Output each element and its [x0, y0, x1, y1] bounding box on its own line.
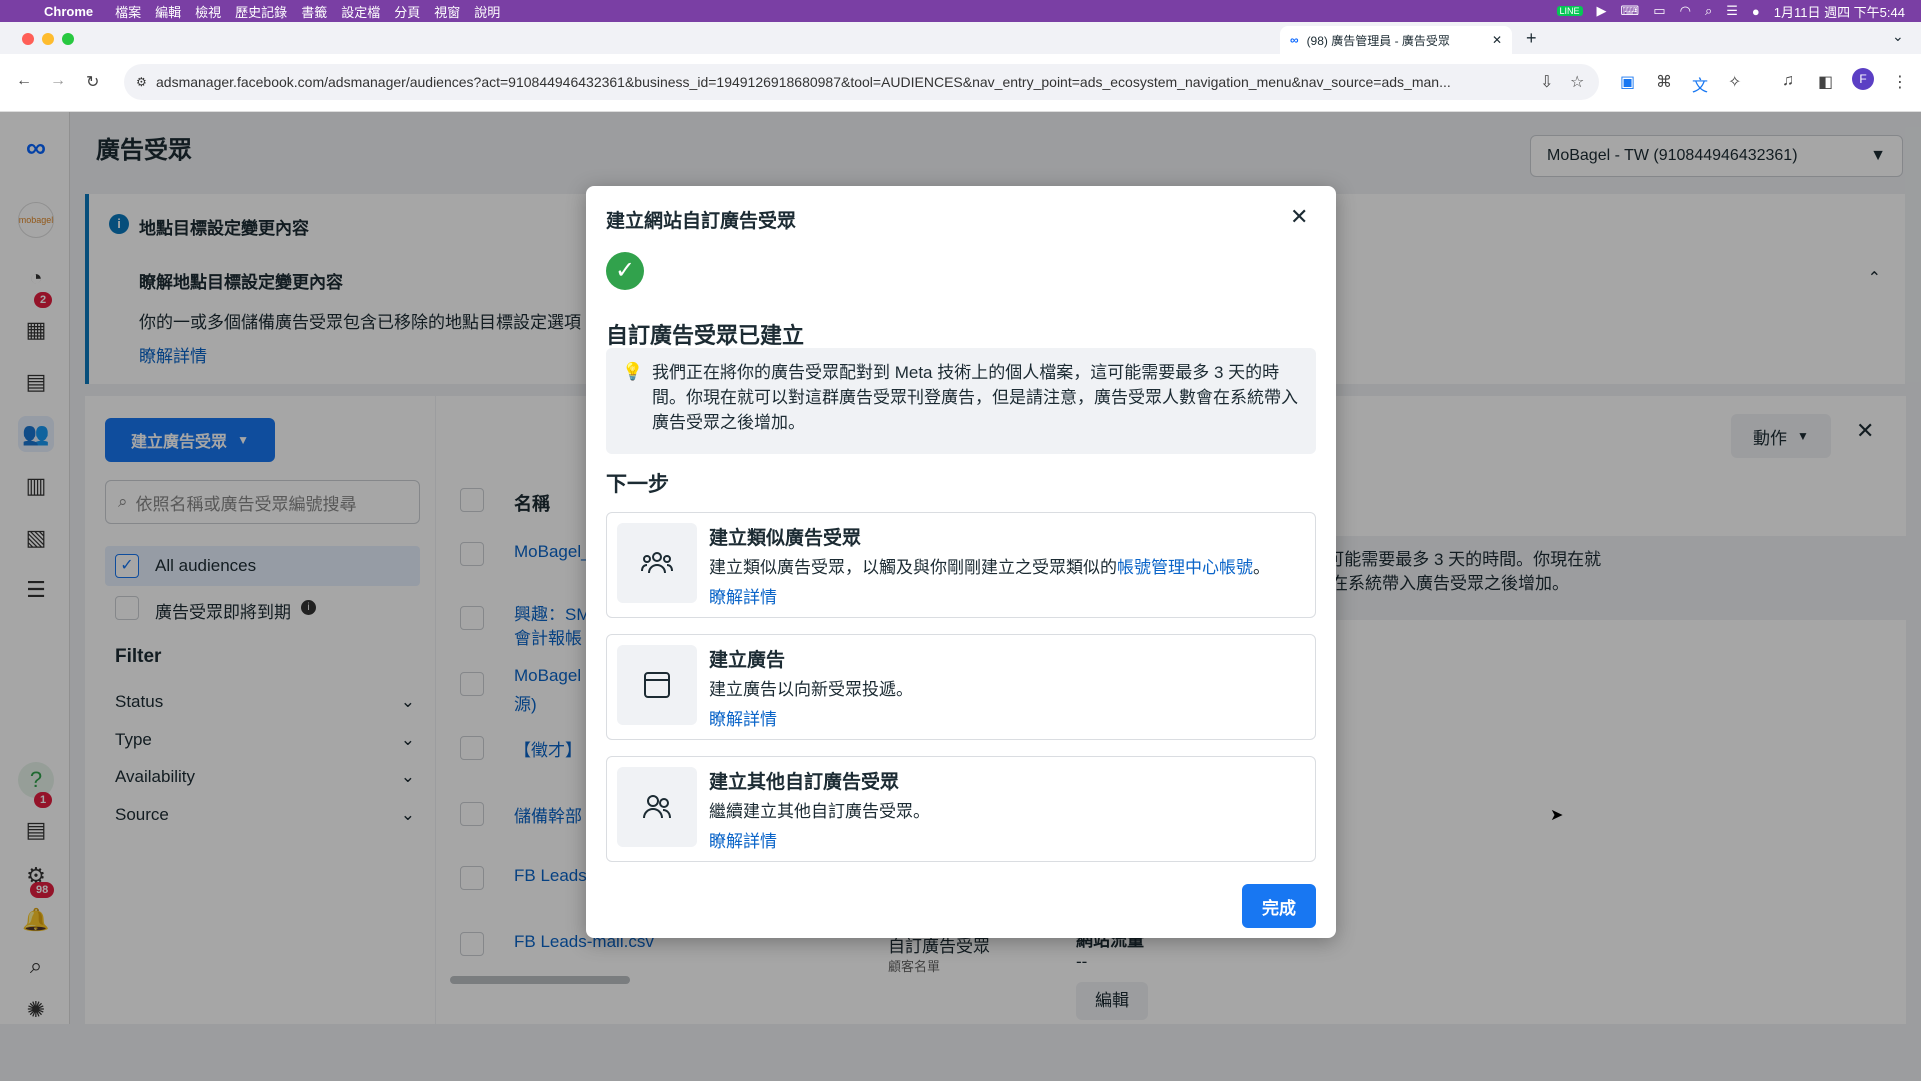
input-method-icon[interactable]: ⌨	[1621, 3, 1640, 19]
card-title: 建立類似廣告受眾	[709, 528, 862, 549]
url-text: adsmanager.facebook.com/adsmanager/audie…	[156, 74, 1451, 90]
mac-menubar: Chrome 檔案 編輯 檢視 歷史記錄 書籤 設定檔 分頁 視窗 說明 LIN…	[0, 0, 1921, 22]
translate-icon[interactable]: 文	[1692, 72, 1708, 96]
siri-icon[interactable]: ●	[1752, 4, 1760, 19]
create-ad-card[interactable]: 建立廣告 建立廣告以向新受眾投遞。 瞭解詳情	[606, 634, 1316, 740]
browser-toolbar: ← → ↻ ⚙ adsmanager.facebook.com/adsmanag…	[0, 54, 1921, 112]
menu-bookmarks[interactable]: 書籤	[301, 2, 327, 21]
browser-menu-icon[interactable]: ⋮	[1892, 72, 1908, 92]
audience-created-dialog: 建立網站自訂廣告受眾 ✕ ✓ 自訂廣告受眾已建立 💡 我們正在將你的廣告受眾配對…	[586, 186, 1336, 938]
address-bar[interactable]: ⚙ adsmanager.facebook.com/adsmanager/aud…	[124, 64, 1599, 100]
clock[interactable]: 1月11日 週四 下午5:44	[1774, 2, 1905, 21]
back-icon[interactable]: ←	[16, 72, 32, 90]
control-center-icon[interactable]: ☰	[1726, 3, 1738, 19]
line-icon[interactable]: LINE	[1556, 6, 1583, 16]
card-desc-text: 建立類似廣告受眾，以觸及與你剛剛建立之受眾類似的	[709, 558, 1117, 577]
site-info-icon[interactable]: ⚙	[136, 75, 147, 89]
lightbulb-icon: 💡	[622, 362, 644, 381]
extension-code-icon[interactable]: ⌘	[1656, 72, 1672, 92]
notice-text: 我們正在將你的廣告受眾配對到 Meta 技術上的個人檔案，這可能需要最多 3 天…	[652, 363, 1298, 432]
people-icon	[617, 767, 697, 847]
menu-tab[interactable]: 分頁	[394, 2, 420, 21]
install-icon[interactable]: ⇩	[1540, 72, 1553, 92]
maximize-window-button[interactable]	[62, 33, 74, 45]
wifi-icon[interactable]: ◠	[1680, 3, 1691, 19]
menu-app-name[interactable]: Chrome	[44, 4, 93, 19]
spotlight-icon[interactable]: ⌕	[1705, 3, 1712, 19]
tab-title: (98) 廣告管理員 - 廣告受眾	[1306, 33, 1450, 48]
menu-window[interactable]: 視窗	[434, 2, 460, 21]
dialog-title: 建立網站自訂廣告受眾	[606, 211, 797, 232]
menu-view[interactable]: 檢視	[195, 2, 221, 21]
create-lookalike-card[interactable]: 建立類似廣告受眾 建立類似廣告受眾，以觸及與你剛剛建立之受眾類似的帳號管理中心帳…	[606, 512, 1316, 618]
tab-list-chevron-icon[interactable]: ⌄	[1892, 28, 1904, 45]
menu-profile[interactable]: 設定檔	[341, 2, 380, 21]
forward-icon[interactable]: →	[50, 72, 66, 90]
reload-icon[interactable]: ↻	[86, 72, 99, 92]
browser-tab[interactable]: ∞ (98) 廣告管理員 - 廣告受眾 ✕	[1280, 26, 1512, 54]
close-window-button[interactable]	[22, 33, 34, 45]
menu-edit[interactable]: 編輯	[155, 2, 181, 21]
card-title: 建立廣告	[709, 650, 786, 671]
card-description: 建立類似廣告受眾，以觸及與你剛剛建立之受眾類似的帳號管理中心帳號。	[709, 553, 1270, 578]
extension-a-icon[interactable]: ▣	[1620, 72, 1635, 92]
success-check-icon: ✓	[606, 252, 644, 290]
menu-history[interactable]: 歷史記錄	[235, 2, 287, 21]
learn-more-link[interactable]: 瞭解詳情	[709, 583, 777, 608]
play-icon[interactable]: ▶	[1597, 3, 1607, 19]
card-title: 建立其他自訂廣告受眾	[709, 772, 900, 793]
next-steps-heading: 下一步	[606, 473, 669, 496]
mouse-cursor-icon: ➤	[1550, 807, 1564, 824]
menu-help[interactable]: 說明	[474, 2, 500, 21]
card-description: 繼續建立其他自訂廣告受眾。	[709, 802, 930, 821]
media-icon[interactable]: ♫	[1782, 72, 1794, 90]
battery-icon[interactable]: ▭	[1653, 3, 1665, 19]
create-other-audience-card[interactable]: 建立其他自訂廣告受眾 繼續建立其他自訂廣告受眾。 瞭解詳情	[606, 756, 1316, 862]
close-icon[interactable]: ✕	[1290, 204, 1308, 230]
meta-favicon-icon: ∞	[1290, 33, 1299, 47]
ad-window-icon	[617, 645, 697, 725]
learn-more-link[interactable]: 瞭解詳情	[709, 827, 777, 852]
menu-file[interactable]: 檔案	[115, 2, 141, 21]
card-description: 建立廣告以向新受眾投遞。	[709, 680, 913, 699]
minimize-window-button[interactable]	[42, 33, 54, 45]
bookmark-star-icon[interactable]: ☆	[1570, 72, 1584, 92]
done-button[interactable]: 完成	[1242, 884, 1316, 928]
learn-more-link[interactable]: 瞭解詳情	[709, 705, 777, 730]
profile-avatar[interactable]: F	[1852, 68, 1874, 90]
browser-tabbar: ∞ (98) 廣告管理員 - 廣告受眾 ✕ + ⌄	[0, 22, 1921, 54]
accounts-center-link[interactable]: 帳號管理中心帳號	[1117, 558, 1253, 577]
success-heading: 自訂廣告受眾已建立	[606, 323, 805, 348]
new-tab-icon[interactable]: +	[1526, 28, 1537, 49]
close-tab-icon[interactable]: ✕	[1492, 33, 1502, 47]
side-panel-icon[interactable]: ◧	[1818, 72, 1833, 92]
extensions-puzzle-icon[interactable]: ✧	[1728, 72, 1741, 92]
notice-box: 💡 我們正在將你的廣告受眾配對到 Meta 技術上的個人檔案，這可能需要最多 3…	[606, 348, 1316, 454]
card-desc-end: 。	[1253, 558, 1270, 577]
group-icon	[617, 523, 697, 603]
